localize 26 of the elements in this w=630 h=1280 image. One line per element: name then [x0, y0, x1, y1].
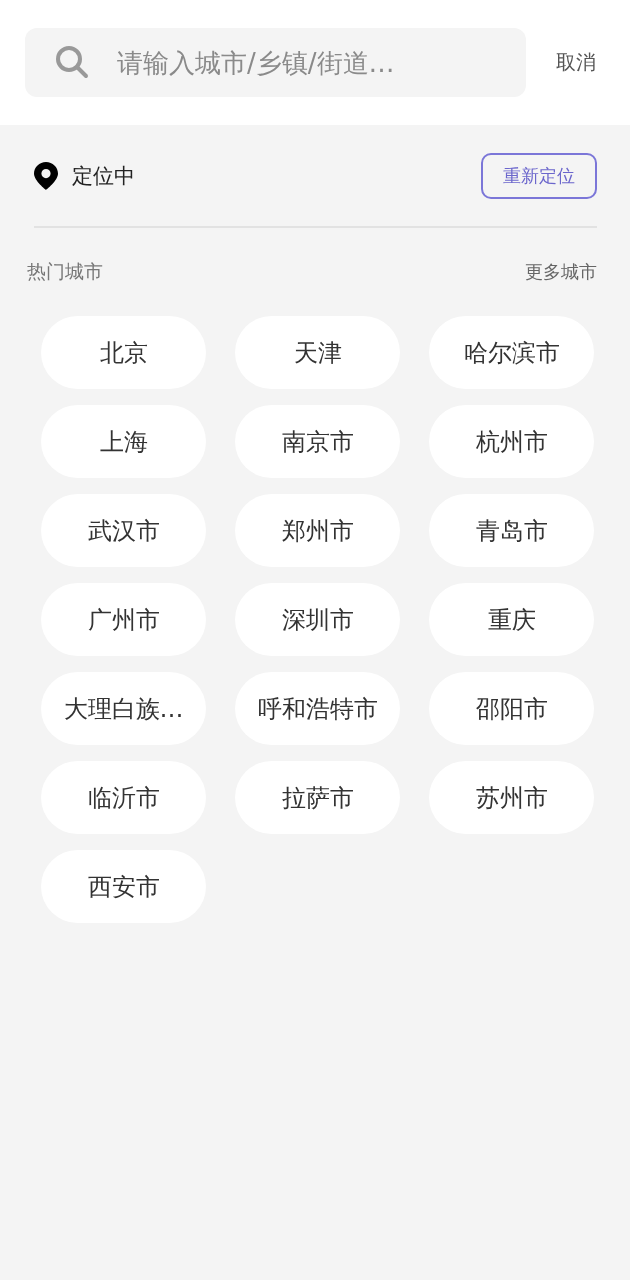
city-chip[interactable]: 拉萨市: [235, 761, 400, 834]
location-pin-icon: [34, 161, 58, 190]
city-chip[interactable]: 南京市: [235, 405, 400, 478]
city-chip[interactable]: 邵阳市: [429, 672, 594, 745]
city-chip[interactable]: 哈尔滨市: [429, 316, 594, 389]
city-chip[interactable]: 呼和浩特市: [235, 672, 400, 745]
city-chip[interactable]: 西安市: [41, 850, 206, 923]
city-chip[interactable]: 青岛市: [429, 494, 594, 567]
location-status: 定位中: [72, 162, 136, 190]
city-chip[interactable]: 上海: [41, 405, 206, 478]
search-field[interactable]: 请输入城市/乡镇/街道…: [25, 28, 526, 97]
more-cities-link[interactable]: 更多城市: [525, 260, 597, 284]
city-chip[interactable]: 临沂市: [41, 761, 206, 834]
city-chip[interactable]: 深圳市: [235, 583, 400, 656]
city-chip[interactable]: 杭州市: [429, 405, 594, 478]
city-chip[interactable]: 郑州市: [235, 494, 400, 567]
city-chip[interactable]: 北京: [41, 316, 206, 389]
city-chip[interactable]: 苏州市: [429, 761, 594, 834]
city-chip[interactable]: 武汉市: [41, 494, 206, 567]
city-chip[interactable]: 大理白族…: [41, 672, 206, 745]
section-title: 热门城市: [27, 259, 103, 284]
city-chip[interactable]: 重庆: [429, 583, 594, 656]
cancel-button[interactable]: 取消: [556, 49, 596, 76]
relocate-button[interactable]: 重新定位: [481, 152, 597, 199]
city-chip[interactable]: 天津: [235, 316, 400, 389]
city-chip[interactable]: 广州市: [41, 583, 206, 656]
